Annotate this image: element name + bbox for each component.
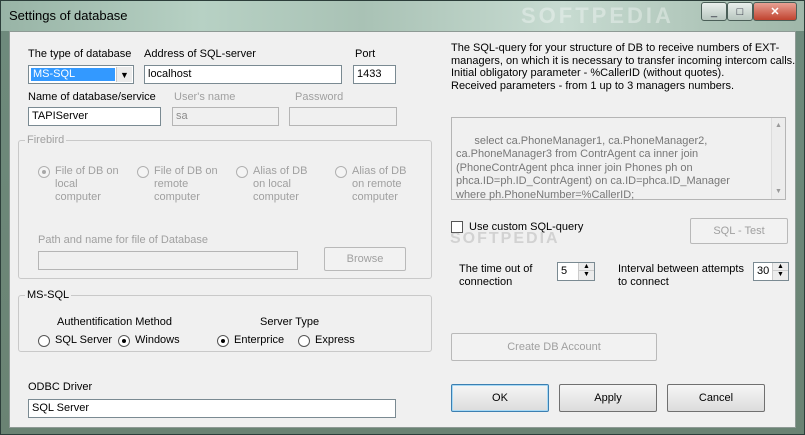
firebird-radio-local-alias[interactable] [236, 166, 248, 178]
scroll-up-icon[interactable]: ▲ [775, 119, 782, 133]
watermark: SOFTPEDIA [521, 3, 674, 28]
sql-query-text: select ca.PhoneManager1, ca.PhoneManager… [456, 134, 730, 201]
dialog-client-area: The type of database Address of SQL-serv… [9, 31, 796, 428]
server-express-radio[interactable] [298, 335, 310, 347]
timeout-label: The time out of connection [459, 263, 533, 288]
spin-down-icon[interactable]: ▼ [579, 271, 594, 279]
username-input[interactable]: sa [172, 107, 279, 126]
server-enterprice-radio[interactable] [217, 335, 229, 347]
scroll-down-icon[interactable]: ▼ [775, 185, 782, 199]
firebird-path-input[interactable] [38, 251, 298, 270]
mssql-group: MS-SQL Authentification Method Server Ty… [18, 289, 432, 352]
odbc-driver-input[interactable]: SQL Server [28, 399, 396, 418]
auth-method-label: Authentification Method [57, 316, 172, 328]
interval-spin-arrows[interactable]: ▲ ▼ [772, 263, 788, 280]
maximize-button[interactable]: □ [727, 2, 753, 21]
firebird-option-remote-alias: Alias of DB on remote computer [352, 165, 407, 203]
timeout-spin-arrows[interactable]: ▲ ▼ [578, 263, 594, 280]
cancel-button[interactable]: Cancel [667, 384, 765, 412]
firebird-radio-remote-alias[interactable] [335, 166, 347, 178]
sql-query-description: The SQL-query for your structure of DB t… [451, 42, 796, 92]
interval-value: 30 [757, 265, 770, 277]
sql-test-button[interactable]: SQL - Test [690, 218, 788, 244]
db-name-label: Name of database/service [28, 91, 156, 103]
window-frame: Settings of database SOFTPEDIA _ □ ✕ The… [0, 0, 805, 435]
auth-windows-radio[interactable] [118, 335, 130, 347]
auth-windows-label: Windows [135, 334, 180, 346]
db-type-select[interactable]: MS-SQL ▼ [28, 65, 134, 84]
firebird-option-remote-file: File of DB on remote computer [154, 165, 218, 203]
server-enterprice-label: Enterprice [234, 334, 285, 346]
spin-up-icon[interactable]: ▲ [579, 263, 594, 271]
sql-query-scrollbar[interactable]: ▲ ▼ [771, 118, 785, 199]
firebird-option-local-alias: Alias of DB on local computer [253, 165, 308, 203]
port-label: Port [355, 48, 376, 60]
title-bar: Settings of database SOFTPEDIA _ □ ✕ [1, 1, 804, 31]
mssql-group-title: MS-SQL [25, 289, 72, 301]
port-input[interactable]: 1433 [353, 65, 396, 84]
sql-query-textarea[interactable]: select ca.PhoneManager1, ca.PhoneManager… [451, 117, 786, 201]
auth-sql-server-radio[interactable] [38, 335, 50, 347]
odbc-driver-label: ODBC Driver [28, 381, 93, 393]
interval-spinner[interactable]: 30 ▲ ▼ [753, 262, 789, 281]
spin-up-icon[interactable]: ▲ [773, 263, 788, 271]
firebird-option-local-file: File of DB on local computer [55, 165, 119, 203]
timeout-value: 5 [561, 265, 568, 277]
create-db-account-button[interactable]: Create DB Account [451, 333, 657, 361]
db-type-selected-value: MS-SQL [31, 68, 115, 81]
minimize-button[interactable]: _ [701, 2, 727, 21]
sql-address-label: Address of SQL-server [144, 48, 256, 60]
maximize-icon: □ [736, 5, 744, 18]
db-type-label: The type of database [28, 48, 132, 60]
apply-button[interactable]: Apply [559, 384, 657, 412]
window-title: Settings of database [9, 8, 128, 23]
username-label: User's name [174, 91, 236, 103]
chevron-down-icon[interactable]: ▼ [116, 67, 132, 82]
ok-button[interactable]: OK [451, 384, 549, 412]
timeout-spinner[interactable]: 5 ▲ ▼ [557, 262, 595, 281]
spin-down-icon[interactable]: ▼ [773, 271, 788, 279]
close-icon: ✕ [770, 6, 780, 18]
server-type-label: Server Type [260, 316, 320, 328]
minimize-icon: _ [710, 5, 718, 18]
browse-button[interactable]: Browse [324, 247, 406, 271]
watermark-mid: SOFTPEDIA [450, 230, 560, 247]
firebird-radio-remote-file[interactable] [137, 166, 149, 178]
auth-sql-server-label: SQL Server [55, 334, 113, 346]
sql-address-input[interactable]: localhost [144, 65, 342, 84]
close-button[interactable]: ✕ [753, 2, 797, 21]
firebird-radio-local-file[interactable] [38, 166, 50, 178]
firebird-group-title: Firebird [25, 134, 67, 146]
firebird-group: Firebird File of DB on local computer Fi… [18, 134, 432, 279]
firebird-path-label: Path and name for file of Database [38, 234, 208, 246]
server-express-label: Express [315, 334, 355, 346]
db-name-input[interactable]: TAPIServer [28, 107, 161, 126]
interval-label: Interval between attempts to connect [618, 263, 744, 288]
password-input[interactable] [289, 107, 397, 126]
password-label: Password [295, 91, 344, 103]
